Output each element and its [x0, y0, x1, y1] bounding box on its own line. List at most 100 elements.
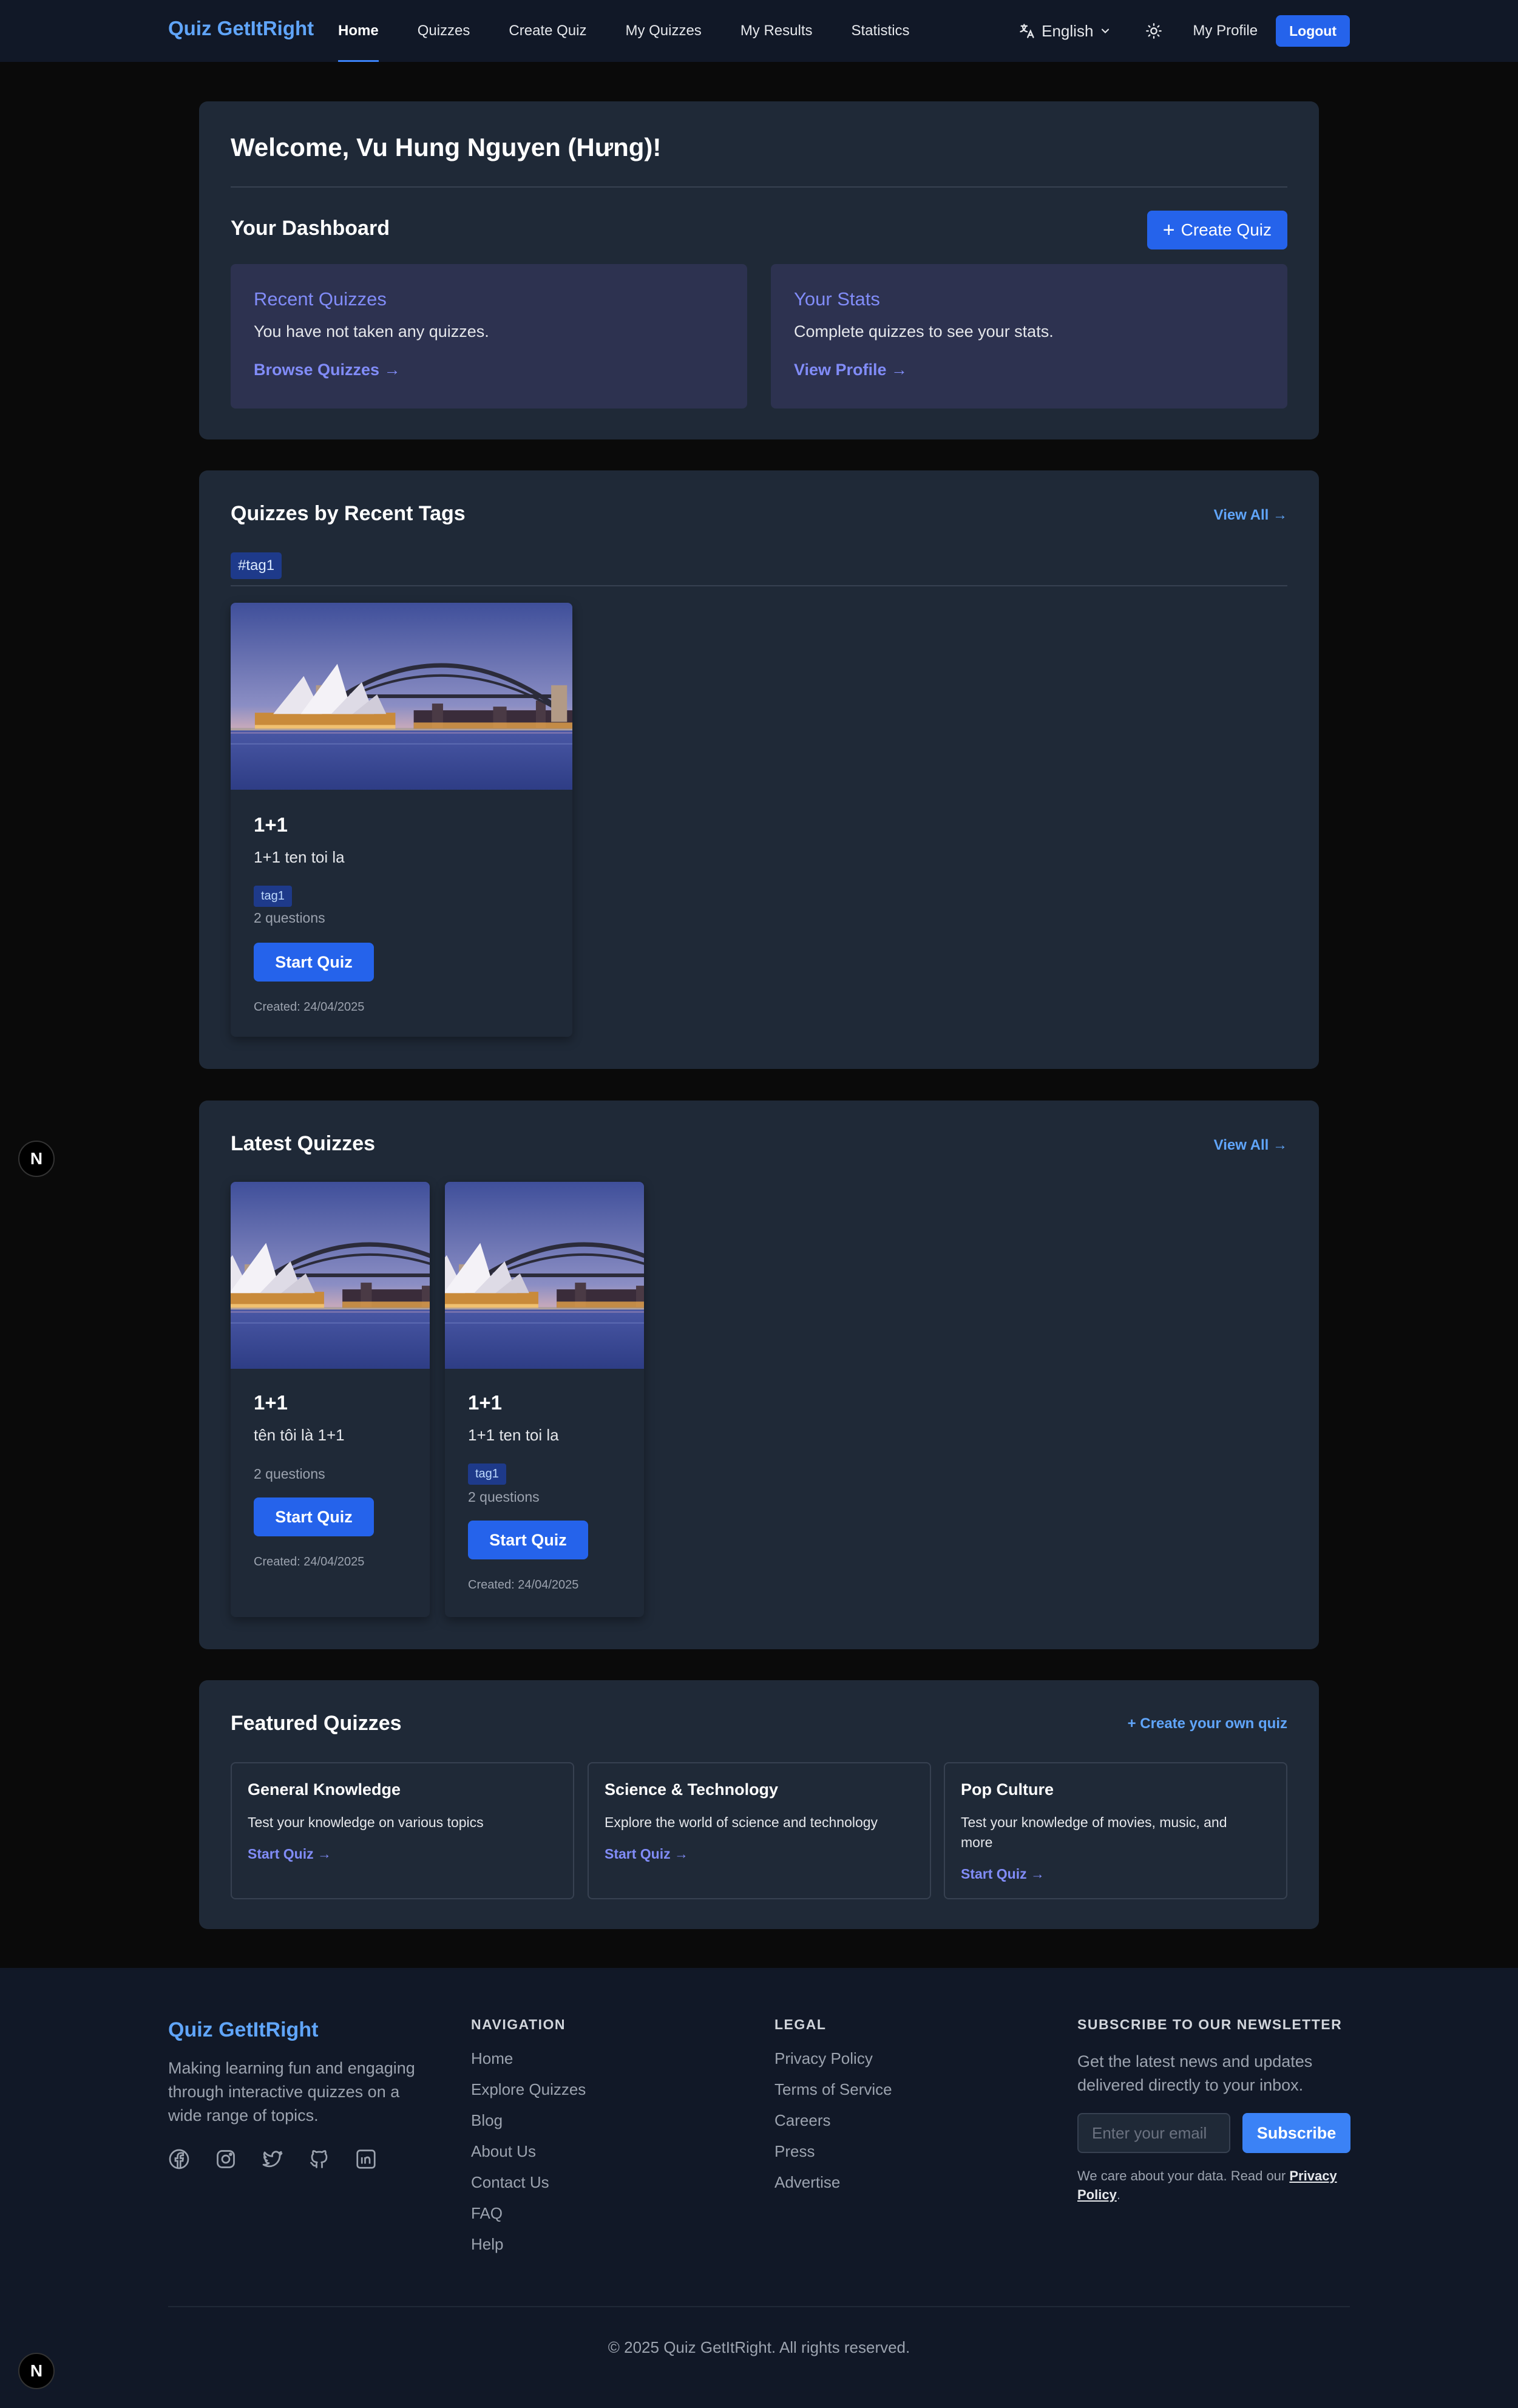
featured-start-quiz-link[interactable]: Start Quiz → — [961, 1866, 1045, 1882]
newsletter-text: Get the latest news and updates delivere… — [1077, 2052, 1313, 2094]
chevron-down-icon — [1102, 29, 1110, 33]
dashboard-heading: Your Dashboard — [231, 217, 390, 240]
newsletter-note-text: We care about your data. Read our — [1077, 2168, 1286, 2183]
nav-my-quizzes[interactable]: My Quizzes — [625, 0, 701, 62]
footer-link-press[interactable]: Press — [774, 2143, 892, 2160]
footer-link-faq[interactable]: FAQ — [471, 2205, 586, 2222]
featured-quizzes-heading: Featured Quizzes — [231, 1712, 402, 1735]
start-quiz-button[interactable]: Start Quiz — [254, 943, 374, 982]
nav-quizzes[interactable]: Quizzes — [418, 0, 470, 62]
quiz-title: 1+1 — [254, 1391, 288, 1414]
newsletter-note: We care about your data. Read our Privac… — [1077, 2168, 1337, 2202]
footer-link-help[interactable]: Help — [471, 2236, 586, 2253]
welcome-panel: Welcome, Vu Hung Nguyen (Hưng)! Your Das… — [199, 101, 1319, 439]
plus-icon: + — [1162, 218, 1175, 242]
github-icon[interactable] — [308, 2148, 333, 2172]
quiz-tag: tag1 — [254, 886, 292, 907]
recent-tags-section: Quizzes by Recent Tags View All → #tag1 … — [199, 470, 1319, 1069]
nav-home[interactable]: Home — [338, 0, 379, 62]
footer-link-home[interactable]: Home — [471, 2050, 586, 2067]
quiz-question-count: 2 questions — [254, 910, 325, 926]
create-quiz-button[interactable]: + Create Quiz — [1147, 211, 1287, 249]
main-nav: Home Quizzes Create Quiz My Quizzes My R… — [338, 0, 949, 62]
latest-quizzes-section: Latest Quizzes View All → 1+1 tên tôi là… — [199, 1101, 1319, 1649]
view-profile-link[interactable]: View Profile → — [794, 361, 907, 379]
latest-quizzes-heading: Latest Quizzes — [231, 1132, 376, 1155]
nav-create-quiz[interactable]: Create Quiz — [509, 0, 586, 62]
quiz-created-date: Created: 24/04/2025 — [254, 1555, 365, 1569]
footer-legal-heading: LEGAL — [774, 2016, 827, 2032]
featured-quiz-card: Pop Culture Test your knowledge of movie… — [944, 1762, 1287, 1899]
featured-start-quiz-link[interactable]: Start Quiz → — [605, 1846, 688, 1862]
plus-icon: + — [1127, 1715, 1140, 1732]
footer-link-privacy[interactable]: Privacy Policy — [774, 2050, 892, 2067]
newsletter-email-input[interactable] — [1077, 2113, 1230, 2153]
view-all-latest-link[interactable]: View All → — [1214, 1137, 1287, 1154]
footer-brand: Quiz GetItRight — [168, 2018, 319, 2041]
language-selector[interactable]: English — [1018, 22, 1117, 41]
footer-link-explore[interactable]: Explore Quizzes — [471, 2081, 586, 2098]
newsletter-form: Subscribe — [1077, 2113, 1350, 2153]
divider — [231, 585, 1287, 586]
my-profile-link[interactable]: My Profile — [1193, 22, 1258, 39]
brand-logo[interactable]: Quiz GetItRight — [168, 17, 314, 40]
logout-button[interactable]: Logout — [1276, 15, 1350, 47]
quiz-thumbnail — [231, 603, 572, 790]
newsletter-heading: SUBSCRIBE TO OUR NEWSLETTER — [1077, 2016, 1343, 2032]
quiz-description: tên tôi là 1+1 — [254, 1426, 345, 1444]
create-own-quiz-link[interactable]: + Create your own quiz — [1128, 1715, 1287, 1732]
footer-newsletter: SUBSCRIBE TO OUR NEWSLETTER Get the late… — [1077, 2016, 1350, 2204]
facebook-icon[interactable] — [168, 2148, 192, 2172]
sun-icon — [1146, 23, 1162, 39]
your-stats-box: Your Stats Complete quizzes to see your … — [771, 264, 1287, 409]
subscribe-button[interactable]: Subscribe — [1242, 2113, 1350, 2153]
nav-statistics[interactable]: Statistics — [852, 0, 910, 62]
featured-start-quiz-link[interactable]: Start Quiz → — [248, 1846, 331, 1862]
instagram-icon[interactable] — [215, 2148, 239, 2172]
featured-quiz-title: General Knowledge — [248, 1780, 401, 1799]
browse-quizzes-link[interactable]: Browse Quizzes → — [254, 361, 401, 379]
start-quiz-button[interactable]: Start Quiz — [468, 1521, 588, 1559]
language-label: English — [1042, 21, 1094, 40]
quiz-question-count: 2 questions — [254, 1466, 325, 1482]
recent-tags-heading: Quizzes by Recent Tags — [231, 502, 466, 525]
dev-tools-badge[interactable]: N — [18, 2353, 55, 2389]
start-quiz-button[interactable]: Start Quiz — [254, 1497, 374, 1536]
dev-tools-badge[interactable]: N — [18, 1141, 55, 1177]
footer-link-blog[interactable]: Blog — [471, 2112, 586, 2129]
footer-link-about[interactable]: About Us — [471, 2143, 586, 2160]
quiz-card[interactable]: 1+1 tên tôi là 1+1 2 questions Start Qui… — [231, 1182, 430, 1617]
create-quiz-label: Create Quiz — [1181, 220, 1272, 239]
quiz-thumbnail — [445, 1182, 644, 1369]
linkedin-icon[interactable] — [355, 2148, 379, 2172]
site-footer: Quiz GetItRight Making learning fun and … — [0, 1968, 1518, 2408]
featured-quiz-card: General Knowledge Test your knowledge on… — [231, 1762, 574, 1899]
quiz-card[interactable]: 1+1 1+1 ten toi la tag1 2 questions Star… — [231, 603, 572, 1037]
translate-icon — [1020, 24, 1034, 38]
quiz-card[interactable]: 1+1 1+1 ten toi la tag1 2 questions Star… — [445, 1182, 644, 1617]
theme-toggle-button[interactable] — [1144, 21, 1164, 41]
footer-link-terms[interactable]: Terms of Service — [774, 2081, 892, 2098]
view-all-tags-link[interactable]: View All → — [1214, 507, 1287, 524]
quiz-title: 1+1 — [468, 1391, 502, 1414]
tag-filter-pill[interactable]: #tag1 — [231, 552, 282, 579]
footer-navigation: NAVIGATION Home Explore Quizzes Blog Abo… — [471, 2016, 586, 2267]
footer-link-contact[interactable]: Contact Us — [471, 2174, 586, 2191]
nav-my-results[interactable]: My Results — [740, 0, 813, 62]
quiz-description: 1+1 ten toi la — [254, 848, 345, 866]
your-stats-text: Complete quizzes to see your stats. — [794, 322, 1054, 341]
featured-quiz-title: Science & Technology — [605, 1780, 779, 1799]
divider — [231, 186, 1287, 188]
recent-quizzes-text: You have not taken any quizzes. — [254, 322, 489, 341]
twitter-icon[interactable] — [262, 2148, 286, 2172]
featured-quiz-title: Pop Culture — [961, 1780, 1054, 1799]
quiz-created-date: Created: 24/04/2025 — [468, 1578, 579, 1592]
footer-link-careers[interactable]: Careers — [774, 2112, 892, 2129]
quiz-description: 1+1 ten toi la — [468, 1426, 559, 1444]
footer-link-advertise[interactable]: Advertise — [774, 2174, 892, 2191]
quiz-thumbnail — [231, 1182, 430, 1369]
your-stats-title: Your Stats — [794, 288, 880, 310]
quiz-tag: tag1 — [468, 1463, 506, 1485]
quiz-title: 1+1 — [254, 813, 288, 836]
welcome-heading: Welcome, Vu Hung Nguyen (Hưng)! — [231, 133, 662, 161]
